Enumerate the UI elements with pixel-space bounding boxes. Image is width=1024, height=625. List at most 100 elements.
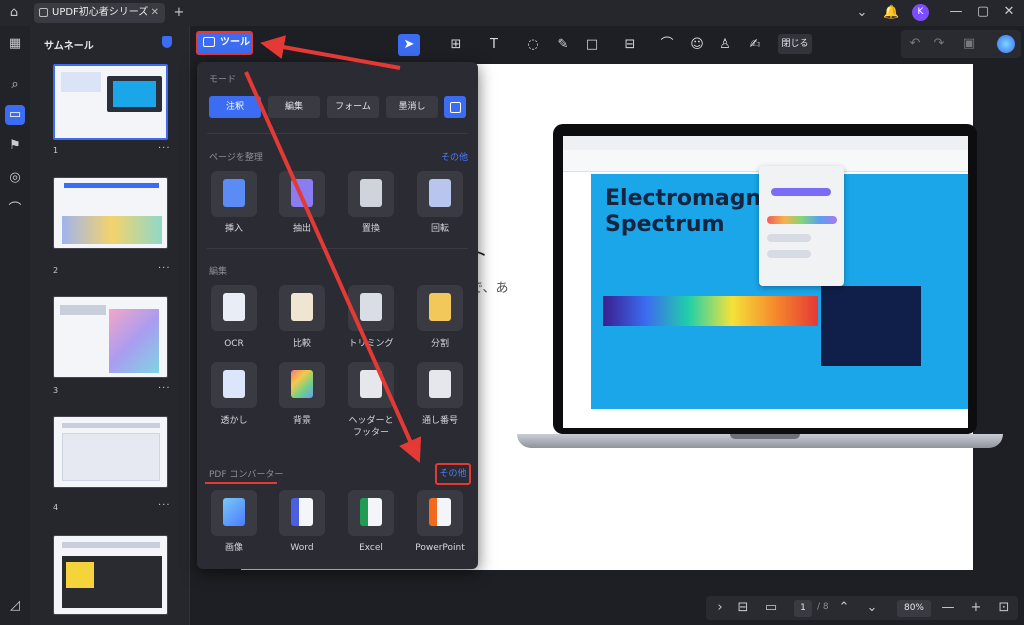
mode-redact-button[interactable]: 墨消し bbox=[386, 96, 438, 118]
close-annotation-button[interactable]: 閉じる bbox=[778, 34, 812, 54]
home-icon[interactable]: ⌂ bbox=[6, 5, 22, 21]
zoom-in-icon[interactable]: + bbox=[968, 600, 984, 616]
toolbox-icon bbox=[203, 37, 215, 47]
page-up-icon[interactable]: ⌃ bbox=[836, 600, 852, 616]
mode-annotate-button[interactable]: 注釈 bbox=[209, 96, 261, 118]
apps-icon[interactable]: ▦ bbox=[5, 34, 25, 54]
more-icon[interactable]: ··· bbox=[158, 143, 171, 154]
maximize-icon[interactable]: ▢ bbox=[975, 4, 991, 20]
comment-tool-icon[interactable]: ◌ bbox=[522, 34, 544, 56]
page-down-icon[interactable]: ⌄ bbox=[864, 600, 880, 616]
page-thumbnail[interactable] bbox=[53, 177, 168, 249]
shape-tool-icon[interactable]: □ bbox=[581, 34, 603, 56]
document-tab[interactable]: UPDF初心者シリーズ ✕ bbox=[34, 3, 165, 23]
present-icon[interactable]: ▭ bbox=[762, 600, 780, 616]
organize-section-title: ページを整理 bbox=[209, 153, 263, 163]
converter-more-link[interactable]: その他 bbox=[435, 463, 471, 485]
open-external-icon[interactable] bbox=[444, 96, 466, 118]
background-icon bbox=[291, 370, 313, 398]
compare-label: 比較 bbox=[292, 339, 311, 349]
word-label: Word bbox=[290, 543, 314, 553]
new-tab-icon[interactable]: + bbox=[172, 5, 186, 21]
more-icon[interactable]: ··· bbox=[158, 263, 171, 274]
powerpoint-icon bbox=[429, 498, 451, 526]
close-window-icon[interactable]: ✕ bbox=[1001, 4, 1017, 20]
compare-icon bbox=[291, 293, 313, 321]
zoom-level[interactable]: 80% bbox=[897, 600, 931, 617]
stamp-tool-icon[interactable]: ♙ bbox=[714, 34, 736, 56]
mode-form-button[interactable]: フォーム bbox=[327, 96, 379, 118]
bates-number-label: 通し番号 bbox=[421, 416, 458, 426]
organize-more-link[interactable]: その他 bbox=[441, 150, 468, 163]
more-icon[interactable]: ··· bbox=[158, 383, 171, 394]
minimize-icon[interactable]: — bbox=[948, 4, 964, 20]
left-sidebar: ▦ ⌕ ▭ ⚑ ◎ ⌒ ◿ bbox=[0, 26, 30, 625]
attachment-icon[interactable]: ⌒ bbox=[5, 200, 25, 220]
page-thumbnail[interactable] bbox=[53, 535, 168, 615]
laptop-notch bbox=[730, 434, 800, 439]
excel-label: Excel bbox=[359, 543, 383, 553]
close-tab-icon[interactable]: ✕ bbox=[151, 3, 159, 23]
redo-icon[interactable]: ↷ bbox=[931, 36, 947, 52]
page-thumbnail[interactable] bbox=[53, 416, 168, 488]
attach-tool-icon[interactable]: ⌒ bbox=[656, 34, 678, 56]
text-box-tool-icon[interactable]: ⊞ bbox=[445, 34, 467, 56]
compare-button[interactable] bbox=[279, 285, 325, 331]
tab-title: UPDF初心者シリーズ bbox=[52, 7, 149, 18]
avatar[interactable]: K bbox=[912, 4, 929, 21]
page-number: 1 bbox=[53, 146, 59, 155]
background-button[interactable] bbox=[279, 362, 325, 408]
rotate-label: 回転 bbox=[430, 224, 449, 234]
search-icon[interactable]: ⌕ bbox=[5, 75, 25, 95]
page-thumbnail[interactable] bbox=[53, 64, 168, 140]
bell-icon[interactable]: 🔔 bbox=[883, 5, 899, 21]
bookmark-icon[interactable]: ⚑ bbox=[5, 136, 25, 156]
ai-assistant-icon[interactable] bbox=[997, 35, 1015, 53]
measure-tool-icon[interactable]: ⊟ bbox=[619, 34, 641, 56]
extract-icon bbox=[291, 179, 313, 207]
pen-tool-icon[interactable]: ✎ bbox=[552, 34, 574, 56]
overflow-icon[interactable]: ⌄ bbox=[854, 5, 870, 21]
poster-title: Electromagne Spectrum bbox=[605, 186, 776, 238]
to-excel-button[interactable] bbox=[348, 490, 394, 536]
background-label: 背景 bbox=[292, 416, 311, 426]
crop-button[interactable] bbox=[348, 285, 394, 331]
collapse-icon[interactable]: › bbox=[712, 600, 728, 616]
comment-icon[interactable]: ◎ bbox=[5, 168, 25, 188]
pin-icon[interactable] bbox=[162, 36, 172, 48]
sticker-tool-icon[interactable]: ☺ bbox=[686, 34, 708, 56]
divider bbox=[207, 133, 468, 134]
replace-icon bbox=[360, 179, 382, 207]
zoom-out-icon[interactable]: — bbox=[940, 600, 956, 616]
layers-icon[interactable]: ◿ bbox=[5, 596, 25, 616]
save-icon[interactable]: ▣ bbox=[961, 36, 977, 52]
watermark-icon bbox=[223, 370, 245, 398]
rotate-page-button[interactable] bbox=[417, 171, 463, 217]
to-powerpoint-button[interactable] bbox=[417, 490, 463, 536]
word-icon bbox=[291, 498, 313, 526]
text-tool-icon[interactable]: T bbox=[483, 34, 505, 56]
tools-button[interactable]: ツール bbox=[196, 31, 253, 55]
mode-edit-button[interactable]: 編集 bbox=[268, 96, 320, 118]
insert-page-button[interactable] bbox=[211, 171, 257, 217]
split-button[interactable] bbox=[417, 285, 463, 331]
page-thumbnail[interactable] bbox=[53, 296, 168, 378]
page-number-input[interactable]: 1 bbox=[794, 600, 812, 617]
thumbnails-icon[interactable]: ▭ bbox=[5, 105, 25, 125]
watermark-button[interactable] bbox=[211, 362, 257, 408]
to-image-button[interactable] bbox=[211, 490, 257, 536]
bates-number-button[interactable] bbox=[417, 362, 463, 408]
to-word-button[interactable] bbox=[279, 490, 325, 536]
page-number: 2 bbox=[53, 266, 59, 275]
signature-tool-icon[interactable]: ✍ bbox=[744, 34, 766, 56]
undo-icon[interactable]: ↶ bbox=[907, 36, 923, 52]
reading-mode-icon[interactable]: ⊟ bbox=[734, 600, 752, 616]
more-icon[interactable]: ··· bbox=[158, 500, 171, 511]
replace-page-button[interactable] bbox=[348, 171, 394, 217]
ocr-icon bbox=[223, 293, 245, 321]
select-tool-icon[interactable]: ➤ bbox=[398, 34, 420, 56]
fit-page-icon[interactable]: ⊡ bbox=[996, 600, 1012, 616]
extract-page-button[interactable] bbox=[279, 171, 325, 217]
ocr-button[interactable] bbox=[211, 285, 257, 331]
header-footer-button[interactable] bbox=[348, 362, 394, 408]
